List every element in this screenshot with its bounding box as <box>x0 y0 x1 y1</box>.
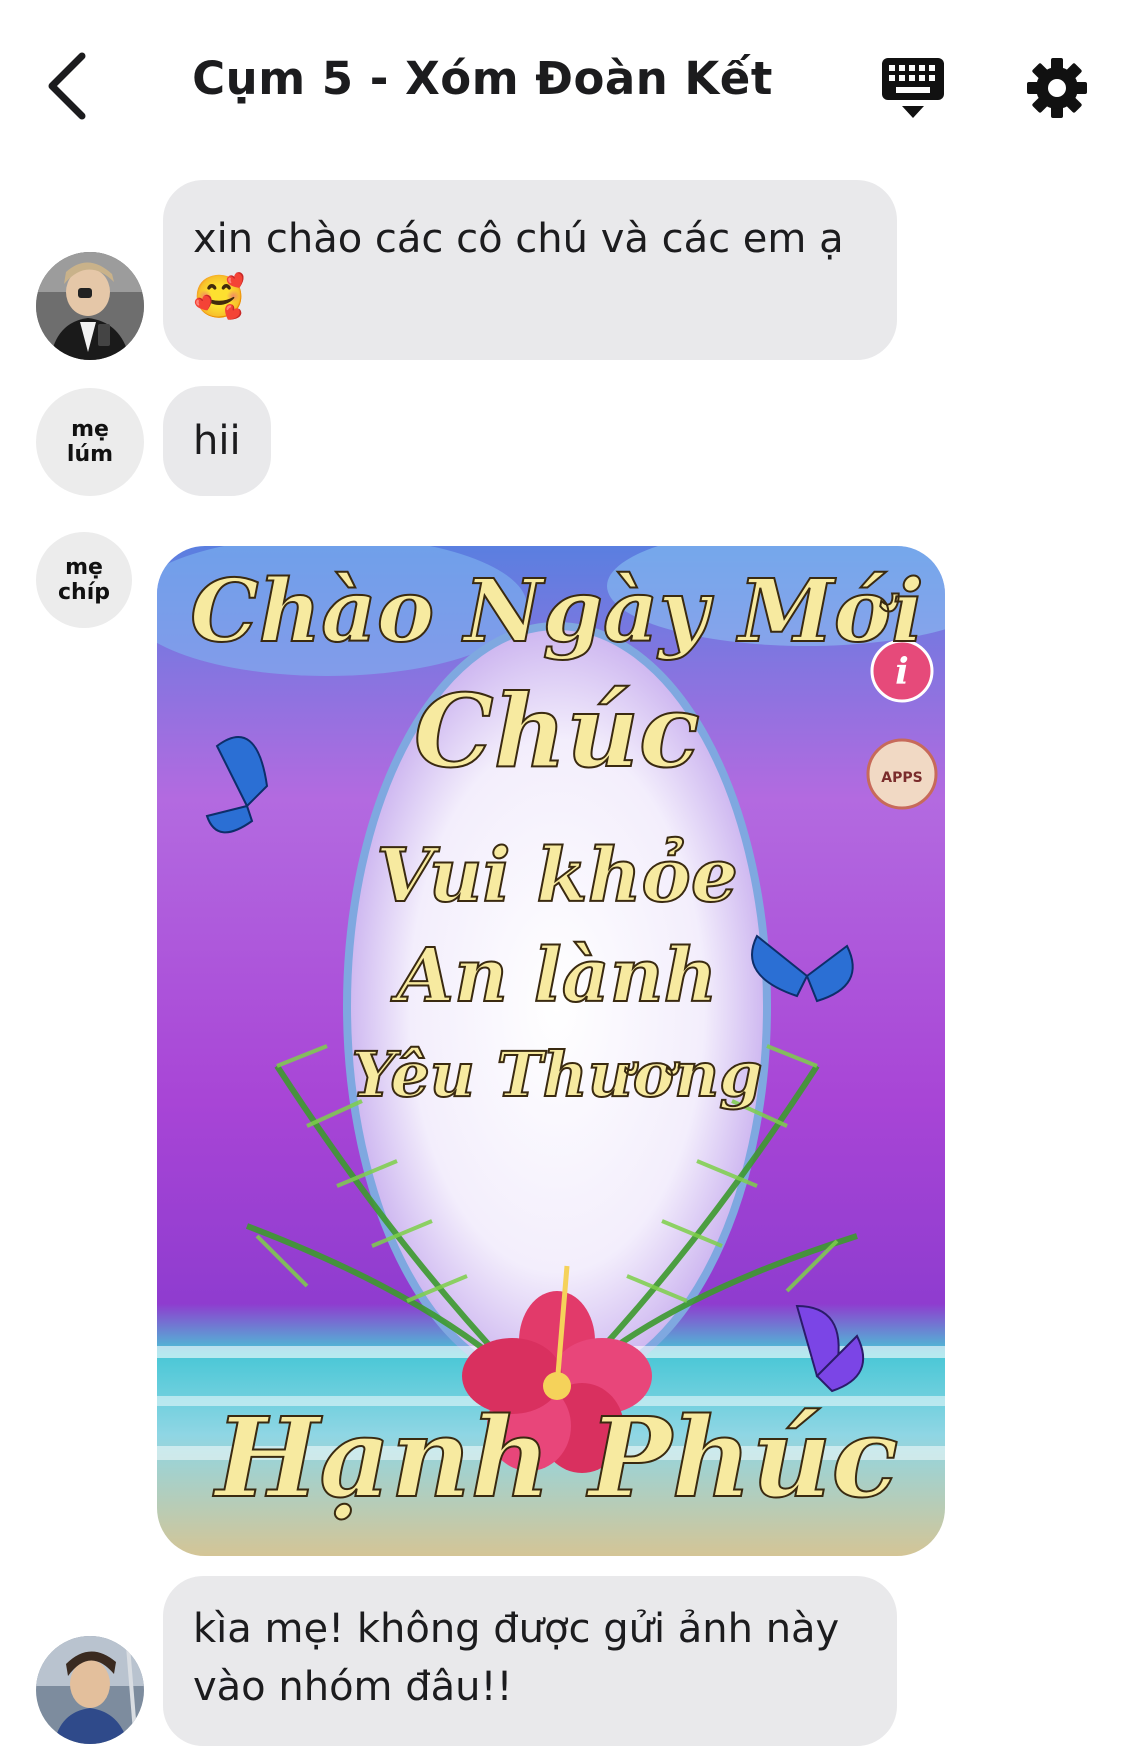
profile-photo <box>36 1636 144 1744</box>
avatar[interactable]: mẹ chíp <box>36 532 132 628</box>
image-message[interactable]: i APPS Chào Ngày Mới Chúc Vui khỏe An là… <box>157 546 945 1556</box>
message-text: vào nhóm đâu!! <box>193 1664 513 1710</box>
avatar-label: mẹ chíp <box>58 555 110 605</box>
message-text: hii <box>193 418 241 464</box>
message-text: kìa mẹ! không được gửi ảnh này <box>193 1606 840 1652</box>
greeting-card-image: i APPS Chào Ngày Mới Chúc Vui khỏe An là… <box>157 546 945 1556</box>
message-bubble[interactable]: xin chào các cô chú và các em ạ 🥰 <box>163 180 897 360</box>
greeting-text: Chào Ngày Mới <box>190 561 924 662</box>
greeting-text: Yêu Thương <box>351 1038 762 1111</box>
chat-header: Cụm 5 - Xóm Đoàn Kết <box>0 0 1125 170</box>
avatar-label: mẹ lúm <box>66 417 114 467</box>
greeting-text: Chúc <box>414 672 700 790</box>
avatar[interactable]: mẹ lúm <box>36 388 144 496</box>
back-button[interactable] <box>40 48 96 124</box>
smiling-face-with-hearts-emoji: 🥰 <box>193 272 246 321</box>
settings-button[interactable] <box>1025 56 1089 120</box>
message-text: xin chào các cô chú và các em ạ <box>193 216 844 262</box>
keyboard-icon <box>882 58 944 118</box>
keyboard-button[interactable] <box>880 56 946 122</box>
message-bubble[interactable]: hii <box>163 386 271 496</box>
chat-title: Cụm 5 - Xóm Đoàn Kết <box>192 52 773 105</box>
greeting-text: Hạnh Phúc <box>212 1393 898 1522</box>
avatar[interactable] <box>36 252 144 360</box>
avatar[interactable] <box>36 1636 144 1744</box>
apps-badge-text: APPS <box>881 770 922 786</box>
greeting-text: An lành <box>391 933 718 1019</box>
profile-photo <box>36 252 144 360</box>
message-bubble[interactable]: kìa mẹ! không được gửi ảnh này vào nhóm … <box>163 1576 897 1746</box>
greeting-text: Vui khỏe <box>376 833 738 919</box>
chevron-left-icon <box>48 52 86 120</box>
gear-icon <box>1027 58 1087 118</box>
